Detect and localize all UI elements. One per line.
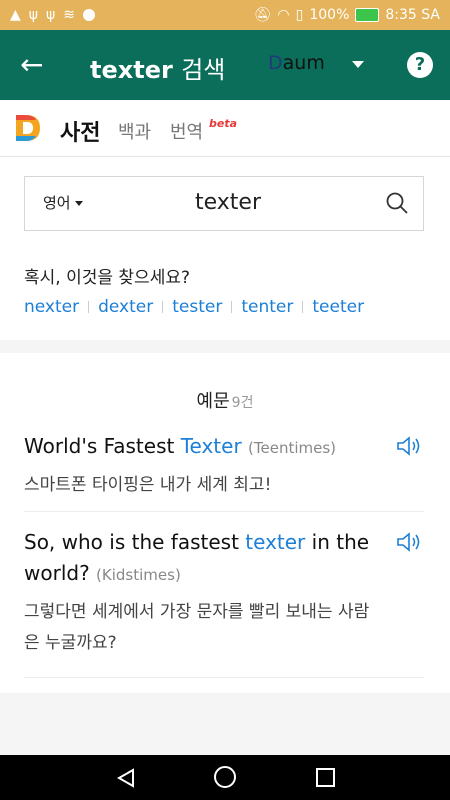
clock: 8:35 SA <box>385 7 440 23</box>
nav-recent-icon[interactable] <box>316 768 335 787</box>
speaker-icon[interactable] <box>396 531 424 553</box>
chevron-down-icon[interactable] <box>352 61 364 68</box>
battery-icon <box>355 8 380 22</box>
gallery-icon: ▲ <box>10 7 21 23</box>
example-text: World's Fastest <box>24 434 181 458</box>
dictionary-tabs: 사전 백과 번역 beta <box>0 100 450 157</box>
example-source: (Teentimes) <box>248 439 337 457</box>
examples-label: 예문 <box>196 391 230 412</box>
suggestion-link[interactable]: dexter <box>98 297 153 317</box>
title-search-label: 검색 <box>181 56 226 84</box>
beta-badge: beta <box>209 117 238 130</box>
language-select[interactable]: 영어 <box>43 192 83 213</box>
suggestion-link[interactable]: tenter <box>241 297 293 317</box>
example-korean: 그렇다면 세계에서 가장 문자를 빨리 보내는 사람은 누굴까요? <box>24 602 370 653</box>
caret-down-icon <box>74 201 83 206</box>
examples-count: 9건 <box>231 395 254 411</box>
example-highlight: Texter <box>180 434 242 458</box>
search-section: 영어 texter 혹시, 이것을 찾으세요? nexter dexter te… <box>0 157 450 340</box>
dot-icon <box>83 9 96 21</box>
usb-icon: ψ <box>28 7 39 23</box>
examples-header: 예문 9건 <box>0 387 450 413</box>
nav-back-icon[interactable] <box>116 768 136 788</box>
search-icon[interactable] <box>385 191 409 215</box>
page-title: texter 검색 <box>90 50 225 85</box>
example-text: So, who is the fastest <box>24 530 246 554</box>
example-source: (Kidstimes) <box>96 566 181 584</box>
provider-name: aum <box>282 52 325 74</box>
search-box: 영어 texter <box>24 176 424 231</box>
status-left-icons: ▲ ψ ψ ≋ <box>10 7 96 23</box>
suggestion-link[interactable]: nexter <box>24 297 79 317</box>
status-right-icons: 🔕︎ ◠ ▯ 100% 8:35 SA <box>254 7 440 23</box>
suggestion-title: 혹시, 이것을 찾으세요? <box>24 268 190 288</box>
example-item: So, who is the fastest texter in the wor… <box>24 527 424 678</box>
sim-icon: ▯ <box>295 7 304 23</box>
nav-home-icon[interactable] <box>214 766 236 788</box>
suggestion-link[interactable]: teeter <box>312 297 364 317</box>
status-bar: ▲ ψ ψ ≋ 🔕︎ ◠ ▯ 100% 8:35 SA <box>0 0 450 30</box>
language-label: 영어 <box>43 194 71 212</box>
daum-logo-icon <box>16 115 40 141</box>
app-bar: ← texter 검색 Daum ? <box>0 30 450 100</box>
battery-level: 100% <box>309 7 350 23</box>
suggestion-list: nexter dexter tester tenter teeter <box>24 297 364 317</box>
provider-select[interactable]: Daum <box>268 52 325 74</box>
tab-translate[interactable]: 번역 <box>170 118 203 144</box>
divider <box>162 301 164 313</box>
divider <box>88 301 90 313</box>
back-arrow-icon[interactable]: ← <box>20 50 50 80</box>
example-english: So, who is the fastest texter in the wor… <box>24 527 424 591</box>
divider <box>231 301 233 313</box>
speaker-icon[interactable] <box>396 435 424 457</box>
tab-dictionary[interactable]: 사전 <box>60 115 100 147</box>
example-highlight: texter <box>245 530 306 554</box>
wifi-icon: ◠ <box>277 7 290 23</box>
search-input[interactable]: texter <box>195 190 261 215</box>
examples-section: 예문 9건 World's Fastest Texter (Teentimes) … <box>0 353 450 693</box>
system-nav-bar <box>0 755 450 800</box>
provider-initial: D <box>268 52 283 74</box>
suggestion-link[interactable]: tester <box>172 297 222 317</box>
usb-icon: ψ <box>46 7 56 23</box>
divider <box>302 301 304 313</box>
signal-icon: ≋ <box>63 7 76 23</box>
mute-icon: 🔕︎ <box>253 7 272 23</box>
example-item: World's Fastest Texter (Teentimes) 스마트폰 … <box>24 431 424 512</box>
tab-encyclopedia[interactable]: 백과 <box>118 118 151 144</box>
example-english: World's Fastest Texter (Teentimes) <box>24 431 424 464</box>
title-query: texter <box>90 56 173 84</box>
example-korean: 스마트폰 타이핑은 내가 세계 최고! <box>24 475 272 495</box>
help-icon[interactable]: ? <box>407 52 433 78</box>
